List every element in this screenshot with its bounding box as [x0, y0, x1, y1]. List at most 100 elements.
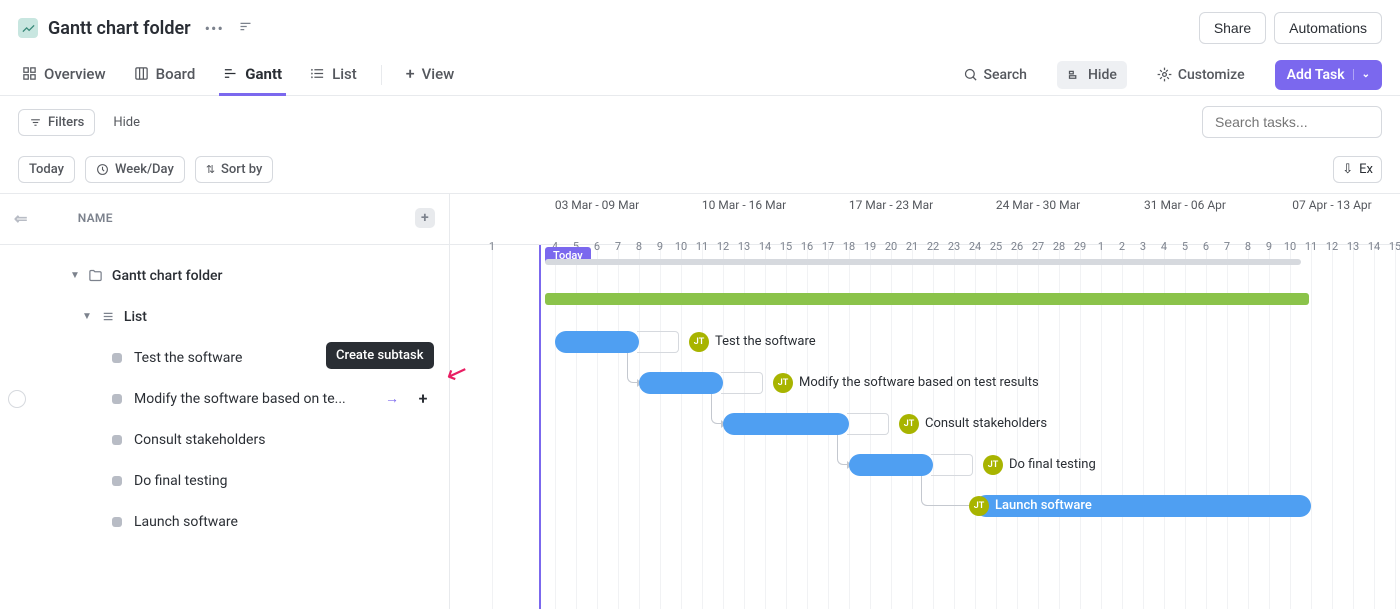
week-label: 03 Mar - 09 Mar: [555, 198, 639, 212]
today-marker: [539, 245, 541, 609]
zoom-selector[interactable]: Week/Day: [85, 156, 185, 183]
timeline-header: ar03 Mar - 09 Mar10 Mar - 16 Mar17 Mar -…: [450, 194, 1400, 245]
tab-overview[interactable]: Overview: [18, 55, 110, 95]
task-label: Do final testing: [134, 473, 227, 489]
automations-button[interactable]: Automations: [1274, 12, 1382, 44]
chevron-down-icon[interactable]: ⌄: [1353, 69, 1370, 80]
status-dot[interactable]: [112, 394, 122, 404]
add-view-button[interactable]: + View: [402, 54, 459, 95]
assignee-avatar[interactable]: JT: [899, 414, 919, 434]
gantt-bar-label: Consult stakeholders: [925, 416, 1047, 431]
search-tasks-input[interactable]: [1202, 106, 1382, 138]
view-tabs: Overview Board Gantt List + View Search …: [0, 54, 1400, 96]
export-button[interactable]: ⇩ Ex: [1333, 156, 1382, 183]
dependency-line: [921, 476, 975, 506]
gantt-bar-label: Launch software: [995, 498, 1092, 513]
task-row[interactable]: Do final testing: [0, 460, 449, 501]
download-icon: ⇩: [1342, 162, 1353, 177]
task-row[interactable]: Consult stakeholders: [0, 419, 449, 460]
week-label: 17 Mar - 23 Mar: [849, 198, 933, 212]
week-label: 31 Mar - 06 Apr: [1144, 198, 1226, 212]
header: Gantt chart folder ••• Share Automations: [0, 0, 1400, 54]
task-label: Consult stakeholders: [134, 432, 265, 448]
assignee-avatar[interactable]: JT: [689, 332, 709, 352]
sort-button[interactable]: ⇅ Sort by: [195, 156, 274, 183]
gantt-slack-extension: [931, 454, 973, 476]
filters-label: Filters: [48, 115, 84, 130]
sort-label: Sort by: [221, 162, 262, 177]
task-label: Test the software: [134, 350, 242, 366]
folder-icon: [88, 268, 104, 284]
chevron-down-icon[interactable]: ▼: [82, 311, 92, 322]
gantt-slack-extension: [721, 372, 763, 394]
gantt-slack-extension: [847, 413, 889, 435]
gantt-chart[interactable]: ar03 Mar - 09 Mar10 Mar - 16 Mar17 Mar -…: [450, 194, 1400, 609]
hide-label: Hide: [1088, 67, 1117, 83]
hide-tool[interactable]: Hide: [1057, 61, 1127, 89]
hide-columns-button[interactable]: Hide: [113, 115, 140, 130]
tab-gantt[interactable]: Gantt: [219, 55, 286, 95]
gantt-task-bar[interactable]: [849, 454, 933, 476]
task-label: Launch software: [134, 514, 238, 530]
page-title: Gantt chart folder: [48, 18, 191, 39]
week-label: 24 Mar - 30 Mar: [996, 198, 1080, 212]
status-dot[interactable]: [112, 435, 122, 445]
gantt-slack-extension: [637, 331, 679, 353]
status-dot[interactable]: [112, 517, 122, 527]
customize-tool[interactable]: Customize: [1147, 61, 1255, 89]
tab-list-label: List: [332, 65, 357, 83]
search-label: Search: [984, 67, 1027, 83]
dependency-icon[interactable]: →: [385, 390, 399, 407]
task-tree-panel: ⇐ NAME + ▼ Gantt chart folder ▼ L: [0, 194, 450, 609]
status-dot[interactable]: [112, 476, 122, 486]
share-button[interactable]: Share: [1199, 12, 1266, 44]
gantt-bar-label: Modify the software based on test result…: [799, 375, 1039, 390]
tree-folder-row[interactable]: ▼ Gantt chart folder: [0, 255, 449, 296]
tab-board-label: Board: [156, 65, 196, 83]
create-subtask-tooltip: Create subtask: [326, 342, 434, 369]
gantt-bar-label: Test the software: [715, 334, 816, 349]
assignee-avatar[interactable]: JT: [773, 373, 793, 393]
task-label: Modify the software based on te...: [134, 391, 346, 407]
chevron-down-icon[interactable]: ▼: [70, 270, 80, 281]
gantt-bar-label: Do final testing: [1009, 457, 1096, 472]
export-label: Ex: [1359, 162, 1373, 177]
folder-chart-icon: [18, 18, 38, 38]
search-tool[interactable]: Search: [953, 61, 1037, 89]
gantt-toolbar: Today Week/Day ⇅ Sort by ⇩ Ex: [0, 148, 1400, 193]
add-task-label: Add Task: [1287, 67, 1345, 83]
today-button[interactable]: Today: [18, 156, 75, 183]
tab-board[interactable]: Board: [130, 55, 200, 95]
group-summary-bar[interactable]: [545, 293, 1309, 305]
select-circle[interactable]: [8, 390, 26, 408]
tab-list[interactable]: List: [306, 55, 361, 95]
add-task-button[interactable]: Add Task ⌄: [1275, 60, 1382, 90]
add-column-button[interactable]: +: [415, 208, 435, 228]
tab-gantt-label: Gantt: [245, 65, 282, 83]
filters-button[interactable]: Filters: [18, 109, 95, 136]
add-subtask-button[interactable]: +: [411, 387, 435, 411]
task-row-hover[interactable]: Modify the software based on te... → + C…: [0, 378, 449, 419]
list-icon: [100, 309, 116, 325]
zoom-label: Week/Day: [115, 162, 174, 177]
week-label: 10 Mar - 16 Mar: [702, 198, 786, 212]
status-dot[interactable]: [112, 353, 122, 363]
assignee-avatar[interactable]: JT: [983, 455, 1003, 475]
more-menu-icon[interactable]: •••: [205, 19, 224, 38]
add-view-label: View: [422, 65, 455, 83]
list-name: List: [124, 309, 147, 325]
divider: [381, 65, 382, 85]
customize-label: Customize: [1178, 67, 1245, 83]
tree-list-row[interactable]: ▼ List: [0, 296, 449, 337]
description-toggle-icon[interactable]: [238, 19, 253, 38]
collapse-panel-icon[interactable]: ⇐: [14, 209, 28, 228]
name-column-header: NAME: [78, 211, 113, 225]
gantt-task-bar[interactable]: [639, 372, 723, 394]
gantt-task-bar[interactable]: [723, 413, 849, 435]
folder-name: Gantt chart folder: [112, 268, 223, 284]
tab-overview-label: Overview: [44, 65, 106, 83]
task-row[interactable]: Launch software: [0, 501, 449, 542]
gantt-task-bar[interactable]: [555, 331, 639, 353]
horizontal-scrollbar[interactable]: [545, 259, 1301, 265]
assignee-avatar[interactable]: JT: [969, 496, 989, 516]
